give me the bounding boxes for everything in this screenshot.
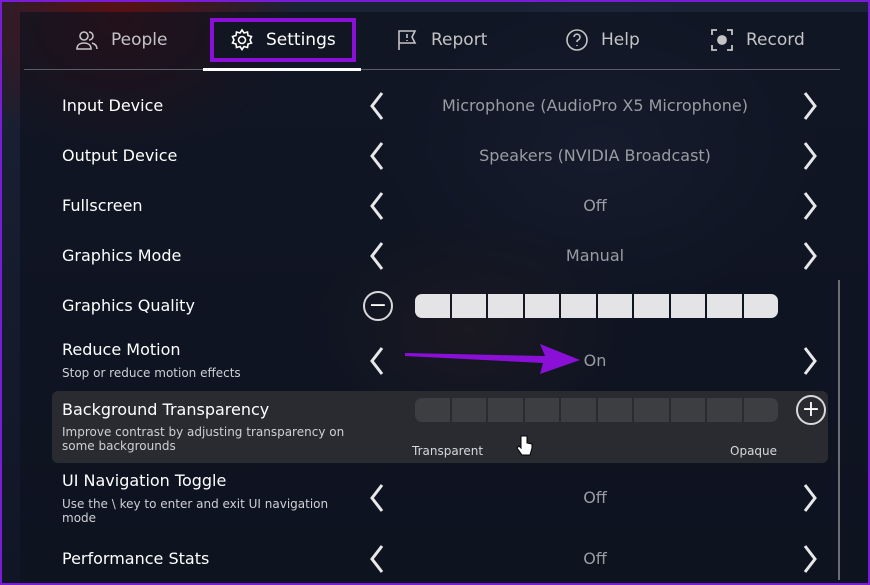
- next-option-chevron-right-icon[interactable]: [800, 241, 820, 271]
- setting-label: UI Navigation Toggle: [62, 471, 227, 490]
- next-option-chevron-right-icon[interactable]: [800, 483, 820, 513]
- slider-segment[interactable]: [561, 294, 596, 318]
- next-option-chevron-right-icon[interactable]: [800, 191, 820, 221]
- setting-label: Performance Stats: [62, 549, 210, 568]
- tab-divider: [24, 69, 840, 70]
- scrollbar[interactable]: [838, 280, 840, 580]
- setting-label: Graphics Mode: [62, 246, 182, 265]
- tab-report[interactable]: Report: [395, 22, 487, 58]
- decrease-button[interactable]: −: [363, 291, 393, 321]
- tab-record[interactable]: Record: [710, 22, 805, 58]
- next-option-chevron-right-icon[interactable]: [800, 91, 820, 121]
- tab-selected-indicator: [203, 68, 361, 71]
- next-option-chevron-right-icon[interactable]: [800, 141, 820, 171]
- gear-icon: [231, 28, 253, 51]
- slider-segment[interactable]: [451, 294, 486, 318]
- slider-segment[interactable]: [488, 294, 523, 318]
- setting-label: Input Device: [62, 96, 164, 115]
- setting-value: Manual: [565, 246, 625, 265]
- setting-value: Off: [583, 549, 607, 568]
- tab-help[interactable]: Help: [565, 22, 640, 58]
- slider-segment[interactable]: [451, 398, 486, 422]
- setting-label: Output Device: [62, 146, 178, 165]
- setting-label: Reduce Motion: [62, 340, 181, 359]
- setting-description: Improve contrast by adjusting transparen…: [62, 425, 345, 453]
- slider-segment[interactable]: [634, 398, 669, 422]
- slider-segment[interactable]: [670, 294, 705, 318]
- setting-label: Fullscreen: [62, 196, 143, 215]
- level-slider[interactable]: [415, 294, 778, 318]
- level-slider[interactable]: [415, 398, 778, 422]
- slider-segment[interactable]: [743, 294, 778, 318]
- slider-segment[interactable]: [670, 398, 705, 422]
- setting-value: Off: [583, 488, 607, 507]
- slider-segment[interactable]: [743, 398, 778, 422]
- setting-label: Graphics Quality: [62, 296, 195, 315]
- increase-button[interactable]: +: [796, 395, 826, 425]
- slider-segment[interactable]: [524, 294, 559, 318]
- max-label: Opaque: [730, 444, 778, 458]
- slider-segment[interactable]: [707, 294, 742, 318]
- setting-description: Use the \ key to enter and exit UI navig…: [62, 497, 329, 525]
- people-icon: [76, 31, 98, 50]
- slider-segment[interactable]: [561, 398, 596, 422]
- setting-value: Microphone (AudioPro X5 Microphone): [441, 96, 748, 115]
- min-label: Transparent: [412, 444, 484, 458]
- slider-segment[interactable]: [634, 294, 669, 318]
- slider-segment[interactable]: [597, 294, 632, 318]
- setting-value: Off: [583, 196, 607, 215]
- annotation-arrow: [405, 344, 580, 374]
- cursor-hand-icon: [516, 435, 533, 456]
- flag-icon: [398, 30, 417, 50]
- slider-segment[interactable]: [524, 398, 559, 422]
- record-icon: [711, 29, 733, 51]
- help-icon: [566, 29, 588, 51]
- tab-people[interactable]: People: [75, 22, 167, 58]
- slider-segment[interactable]: [415, 294, 450, 318]
- setting-label: Background Transparency: [62, 400, 270, 419]
- next-option-chevron-right-icon[interactable]: [800, 544, 820, 574]
- slider-segment[interactable]: [415, 398, 450, 422]
- slider-segment[interactable]: [488, 398, 523, 422]
- setting-description: Stop or reduce motion effects: [62, 366, 241, 380]
- slider-segment[interactable]: [597, 398, 632, 422]
- tab-bar: People Settings Report Help Record: [0, 18, 870, 62]
- tab-settings[interactable]: Settings: [210, 18, 356, 62]
- next-option-chevron-right-icon[interactable]: [800, 346, 820, 376]
- slider-segment[interactable]: [707, 398, 742, 422]
- setting-value: Speakers (NVIDIA Broadcast): [479, 146, 711, 165]
